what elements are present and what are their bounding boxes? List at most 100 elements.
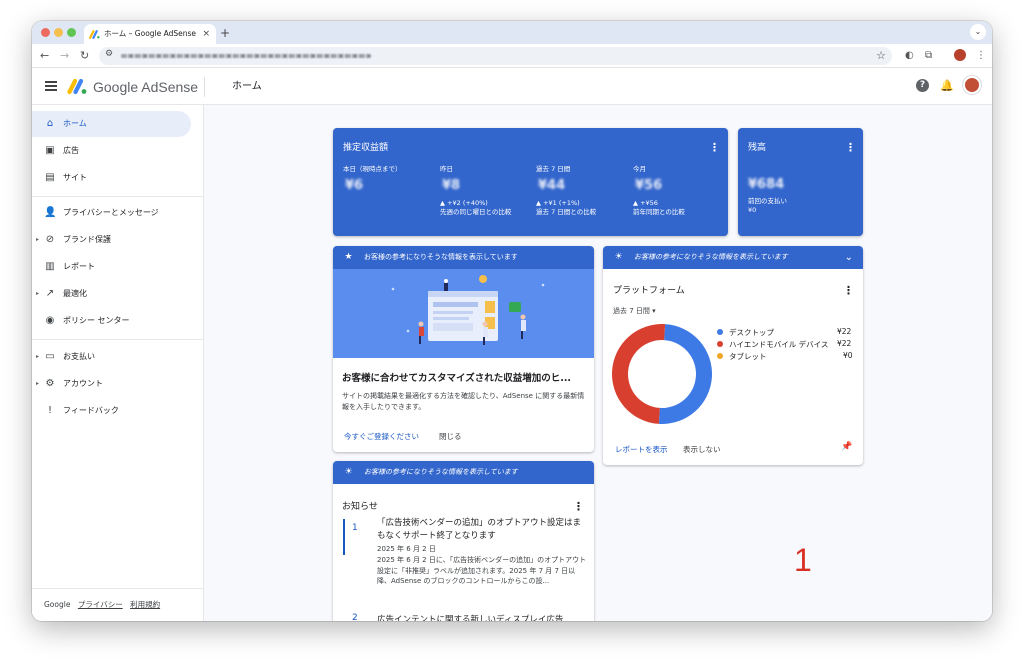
platform-banner: ☀ お客様の参考になりそうな情報を表示しています ⌄ xyxy=(603,246,863,269)
chevron-right-icon: ▸ xyxy=(36,236,40,243)
news-item-date: 2025 年 6 月 2 日 xyxy=(377,545,436,553)
footer-privacy-link[interactable]: プライバシー xyxy=(78,600,123,609)
sites-icon: ▤ xyxy=(45,172,55,183)
browser-tab[interactable]: ホーム – Google AdSense × xyxy=(84,24,216,44)
sidebar-item-account[interactable]: ▸ ⚙ アカウント xyxy=(32,371,191,397)
platform-more-icon[interactable]: ⋮ xyxy=(843,285,854,297)
forward-button[interactable]: → xyxy=(60,48,69,64)
promo-card: ★ お客様の参考になりそうな情報を表示しています お客様に合わせてカスタマイズさ… xyxy=(333,246,594,452)
news-more-icon[interactable]: ⋮ xyxy=(573,501,584,513)
earnings-7day-compare: 過去 7 日間との比較 xyxy=(536,208,597,216)
sidebar-item-optimization[interactable]: ▸ ↗ 最適化 xyxy=(32,281,191,307)
news-banner: ☀ お客様の参考になりそうな情報を表示しています xyxy=(333,461,594,484)
bell-icon[interactable]: 🔔 xyxy=(940,79,954,92)
sidebar-item-label: 広告 xyxy=(63,146,79,155)
puzzle-icon[interactable]: ⧉ xyxy=(925,49,932,63)
news-item-title[interactable]: 「広告技術ベンダーの追加」のオプトアウト設定はまもなくサポート終了となります xyxy=(377,517,589,543)
banner-text: お客様の参考になりそうな情報を表示しています xyxy=(634,253,788,261)
earnings-today-label: 本日（現時点まで） xyxy=(343,165,402,173)
blurred-url xyxy=(121,54,371,58)
block-icon: ⊘ xyxy=(45,234,55,245)
adsense-app: Google AdSense ホーム ? 🔔 ⌂ ホーム ▣ 広告 ▤ サイト … xyxy=(32,68,992,621)
sidebar-item-reports[interactable]: ▥ レポート xyxy=(32,254,191,280)
avatar[interactable] xyxy=(963,76,981,94)
close-window-dot[interactable] xyxy=(41,28,50,37)
earnings-title: 推定収益額 xyxy=(343,143,389,153)
footer-terms-link[interactable]: 利用規約 xyxy=(130,600,160,609)
bookmark-star-icon[interactable]: ☆ xyxy=(876,47,886,65)
promo-close-button[interactable]: 閉じる xyxy=(439,431,462,442)
chevron-right-icon: ▸ xyxy=(36,353,40,360)
banner-text: お客様の参考になりそうな情報を表示しています xyxy=(364,468,518,476)
privacy-icon: 👤 xyxy=(44,207,57,218)
legend-tablet-value: ¥0 xyxy=(843,351,853,360)
sidebar-item-label: サイト xyxy=(63,173,87,182)
menu-icon[interactable] xyxy=(45,81,57,91)
sidebar: ⌂ ホーム ▣ 広告 ▤ サイト 👤 プライバシーとメッセージ ▸ ⊘ ブランド… xyxy=(32,105,204,621)
earnings-month-change: ▲ +¥56 xyxy=(633,199,658,207)
browser-menu-icon[interactable]: ⋮ xyxy=(976,49,986,63)
sidebar-item-ads[interactable]: ▣ 広告 xyxy=(32,138,191,164)
page-marker: 1 xyxy=(794,542,812,578)
sidebar-item-payments[interactable]: ▸ ▭ お支払い xyxy=(32,344,191,370)
earnings-month-label: 今月 xyxy=(633,165,646,173)
promo-signup-link[interactable]: 今すぐご登録ください xyxy=(344,431,419,442)
sidebar-item-sites[interactable]: ▤ サイト xyxy=(32,165,191,191)
sidebar-item-privacy[interactable]: 👤 プライバシーとメッセージ xyxy=(32,200,191,226)
news-title: お知らせ xyxy=(342,502,378,512)
earnings-today-value: ¥6 xyxy=(345,178,364,193)
browser-window: ホーム – Google AdSense × + ⌄ ← → ↻ ⚙ ☆ ◐ ⧉… xyxy=(32,21,992,621)
footer-google: Google xyxy=(44,600,71,609)
donut-slice-0 xyxy=(658,324,712,424)
earnings-more-icon[interactable]: ⋮ xyxy=(709,142,720,154)
period-dropdown[interactable]: 過去 7 日間 ▾ xyxy=(613,306,656,316)
legend-dot-desktop xyxy=(717,329,723,335)
back-button[interactable]: ← xyxy=(40,48,49,64)
legend-desktop-value: ¥22 xyxy=(837,327,852,336)
extension-icon[interactable]: ◐ xyxy=(905,49,914,63)
sidebar-divider xyxy=(32,588,204,589)
sidebar-item-label: ホーム xyxy=(63,119,87,128)
news-card: ☀ お客様の参考になりそうな情報を表示しています お知らせ ⋮ 1 「広告技術ベ… xyxy=(333,461,594,621)
pin-icon[interactable]: 📌 xyxy=(841,442,852,452)
earnings-7day-value: ¥44 xyxy=(538,178,566,193)
news-item-title[interactable]: 広告インテントに関する新しいディスプレイ広告 xyxy=(377,613,563,621)
adsense-favicon-icon xyxy=(89,30,100,39)
earnings-7day-label: 過去 7 日間 xyxy=(536,165,571,173)
news-item-indicator xyxy=(343,519,345,555)
ads-icon: ▣ xyxy=(45,145,55,156)
sidebar-item-label: ポリシー センター xyxy=(63,316,130,325)
help-icon[interactable]: ? xyxy=(916,79,929,92)
sidebar-item-home[interactable]: ⌂ ホーム xyxy=(32,111,191,137)
trend-icon: ↗ xyxy=(45,288,55,299)
tab-search-icon[interactable]: ⌄ xyxy=(970,24,986,40)
view-report-link[interactable]: レポートを表示 xyxy=(615,444,668,455)
tab-close-icon[interactable]: × xyxy=(202,24,210,44)
tab-title: ホーム – Google AdSense xyxy=(104,29,197,38)
legend-mobile-label: ハイエンドモバイル デバイス xyxy=(729,340,829,349)
reload-button[interactable]: ↻ xyxy=(80,48,89,64)
platform-donut-chart xyxy=(612,324,712,424)
sidebar-item-policy[interactable]: ◉ ポリシー センター xyxy=(32,308,191,334)
earnings-month-compare: 前年同期との比較 xyxy=(633,208,685,216)
adsense-logo-icon xyxy=(67,78,87,95)
new-tab-button[interactable]: + xyxy=(220,24,230,42)
address-bar[interactable]: ⚙ ☆ xyxy=(99,47,892,65)
site-info-icon[interactable]: ⚙ xyxy=(105,49,113,59)
promo-title: お客様に合わせてカスタマイズされた収益増加のヒ... xyxy=(342,373,572,384)
legend-mobile-value: ¥22 xyxy=(837,339,852,348)
hide-button[interactable]: 表示しない xyxy=(683,444,721,455)
profile-avatar-small[interactable] xyxy=(954,49,966,61)
legend-desktop-label: デスクトップ xyxy=(729,328,774,337)
sidebar-item-label: ブランド保護 xyxy=(63,235,111,244)
minimize-window-dot[interactable] xyxy=(54,28,63,37)
sidebar-item-brand-safety[interactable]: ▸ ⊘ ブランド保護 xyxy=(32,227,191,253)
collapse-chevron-icon[interactable]: ⌄ xyxy=(845,246,853,269)
sidebar-item-feedback[interactable]: ! フィードバック xyxy=(32,398,191,424)
star-icon: ★ xyxy=(344,252,353,262)
maximize-window-dot[interactable] xyxy=(67,28,76,37)
balance-more-icon[interactable]: ⋮ xyxy=(845,142,856,154)
news-item-number: 2 xyxy=(352,613,358,621)
feedback-icon: ! xyxy=(47,405,52,416)
promo-body: サイトの掲載結果を最適化する方法を確認したり、AdSense に関する最新情報を… xyxy=(342,392,585,411)
